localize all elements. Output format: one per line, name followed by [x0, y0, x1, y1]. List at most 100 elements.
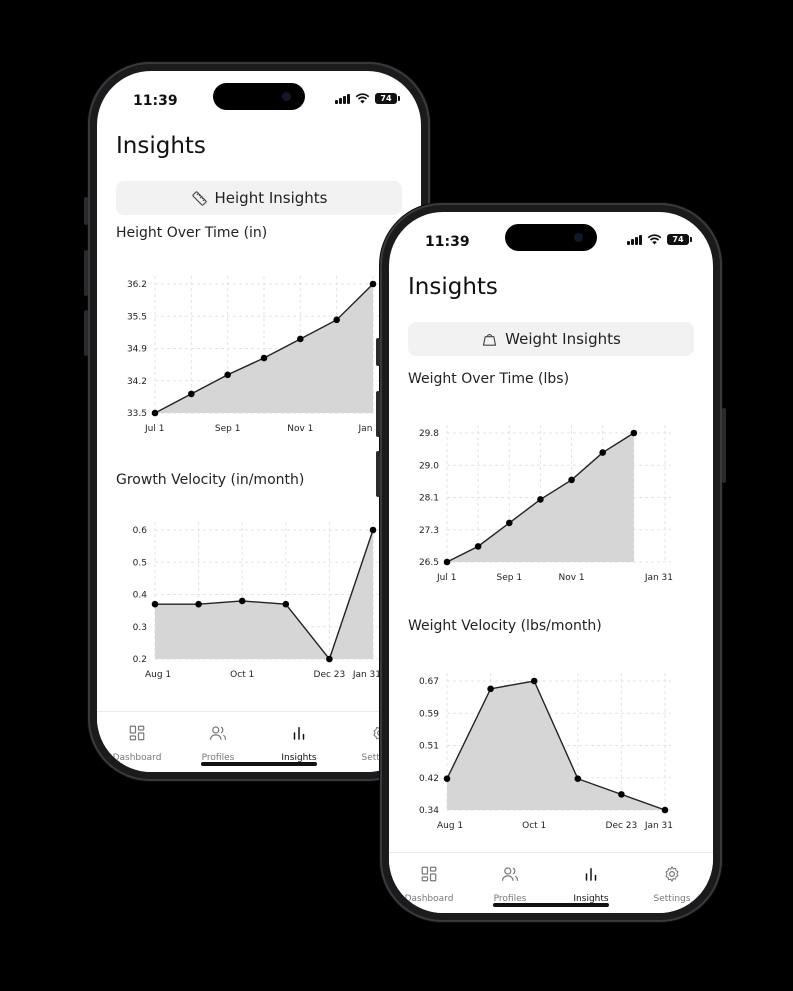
height-insights-button[interactable]: Height Insights [116, 181, 402, 215]
x-tick-label: Jul 1 [144, 424, 164, 434]
y-tick-label: 34.2 [127, 377, 147, 387]
data-point [530, 677, 538, 685]
tab-settings[interactable]: Settings [637, 865, 707, 905]
data-point [630, 429, 638, 437]
y-tick-label: 26.5 [419, 558, 439, 568]
data-point [333, 316, 340, 324]
data-point [369, 526, 377, 534]
x-tick-label: Jan 31 [644, 821, 673, 831]
chart-title-height: Height Over Time (in) [116, 225, 268, 241]
y-tick-label: 36.2 [127, 280, 147, 290]
home-indicator [201, 762, 317, 766]
y-tick-label: 0.2 [133, 655, 147, 665]
x-tick-label: Jan 31 [352, 670, 381, 680]
tab-label: Dashboard [404, 894, 454, 904]
ruler-icon [191, 190, 207, 206]
weight-chart: 26.5 27.3 28.1 29.0 29.8 Jul 1 Sep 1 Nov 1 Jan 3… [419, 425, 673, 583]
data-point [443, 558, 451, 566]
height-chart: 33.534.234.935.536.2Jul 1 Sep 1 Nov 1 Jan 1 [127, 276, 381, 434]
home-indicator [493, 903, 609, 907]
y-tick-label: 28.1 [419, 494, 439, 504]
tab-profiles[interactable]: Profiles [475, 865, 545, 905]
y-tick-label: 29.8 [419, 429, 439, 439]
x-tick-label: Dec 23 [314, 670, 346, 680]
data-point [568, 476, 575, 484]
x-tick-label: Oct 1 [522, 821, 546, 831]
x-tick-label: Dec 23 [606, 821, 638, 831]
tab-dashboard[interactable]: Dashboard [394, 865, 464, 905]
chart-title-growth-velocity: Growth Velocity (in/month) [116, 472, 305, 488]
data-point [224, 371, 231, 379]
gear-icon [665, 866, 679, 882]
y-tick-label: 33.5 [127, 409, 147, 419]
status-time: 11:39 [425, 234, 470, 250]
segment-label: Weight Insights [505, 330, 621, 348]
users-icon [501, 867, 519, 881]
users-icon [209, 726, 227, 740]
y-tick-label: 35.5 [127, 312, 147, 322]
y-tick-label: 0.42 [419, 774, 439, 784]
series-area [447, 681, 665, 810]
data-point [661, 806, 669, 814]
status-bar: 11:39 74 [389, 212, 713, 262]
y-tick-label: 34.9 [127, 345, 147, 355]
dynamic-island [213, 83, 305, 110]
x-tick-label: Aug 1 [145, 670, 171, 680]
status-time: 11:39 [133, 93, 178, 109]
battery-indicator: 74 [667, 234, 692, 245]
x-tick-label: Sep 1 [497, 573, 523, 583]
data-point [297, 335, 304, 343]
data-point [151, 600, 159, 608]
wifi-icon [355, 93, 370, 104]
y-tick-label: 0.6 [133, 526, 148, 536]
bar-chart-icon [585, 868, 597, 881]
signal-icon [627, 234, 642, 245]
screen: 11:39 74 Insights Height Insights Height… [97, 71, 421, 772]
y-tick-label: 0.67 [419, 677, 439, 687]
signal-icon [335, 93, 350, 104]
weight-velocity-chart: 0.34 0.42 0.51 0.59 0.67 Aug 1 Oct 1 Dec 23 Jan … [419, 673, 673, 831]
x-tick-label: Aug 1 [437, 821, 463, 831]
tab-label: Settings [653, 894, 691, 904]
y-tick-label: 0.59 [419, 709, 439, 719]
segment-label: Height Insights [214, 189, 328, 207]
status-bar: 11:39 74 [97, 71, 421, 121]
tab-label: Dashboard [112, 753, 162, 763]
data-point [474, 543, 482, 550]
data-point [618, 791, 625, 798]
x-tick-label: Nov 1 [287, 424, 313, 434]
y-tick-label: 29.0 [419, 461, 439, 471]
data-point [487, 685, 494, 693]
data-point [326, 655, 333, 663]
x-tick-label: Sep 1 [215, 424, 241, 434]
x-tick-label: Jan 31 [644, 573, 673, 583]
y-tick-label: 0.3 [133, 623, 147, 633]
phone-weight-insights: 11:39 74 Insights Weight Insights Weight… [376, 203, 726, 922]
x-tick-label: Jul 1 [436, 573, 456, 583]
growth-velocity-chart: 0.2 0.3 0.4 0.5 0.6 Aug 1 Oct 1 Dec 23 Jan 31 [133, 522, 381, 680]
tab-insights[interactable]: Insights [264, 724, 334, 764]
page-title: Insights [116, 133, 206, 159]
data-point [260, 354, 268, 362]
y-tick-label: 0.51 [419, 742, 439, 752]
data-point [238, 597, 246, 605]
data-point [599, 449, 607, 456]
battery-indicator: 74 [375, 93, 400, 104]
grid-icon [129, 725, 145, 741]
page-title: Insights [408, 274, 498, 300]
data-point [188, 390, 195, 398]
x-tick-label: Oct 1 [230, 670, 254, 680]
y-tick-label: 0.34 [419, 806, 439, 816]
data-point [151, 409, 159, 417]
data-point [574, 775, 582, 783]
dynamic-island [505, 224, 597, 251]
tab-profiles[interactable]: Profiles [183, 724, 253, 764]
tab-dashboard[interactable]: Dashboard [102, 724, 172, 764]
wifi-icon [647, 234, 662, 245]
weight-insights-button[interactable]: Weight Insights [408, 322, 694, 356]
tab-insights[interactable]: Insights [556, 865, 626, 905]
grid-icon [421, 866, 437, 882]
data-point [443, 775, 451, 783]
y-tick-label: 0.4 [133, 591, 148, 601]
data-point [537, 496, 544, 503]
